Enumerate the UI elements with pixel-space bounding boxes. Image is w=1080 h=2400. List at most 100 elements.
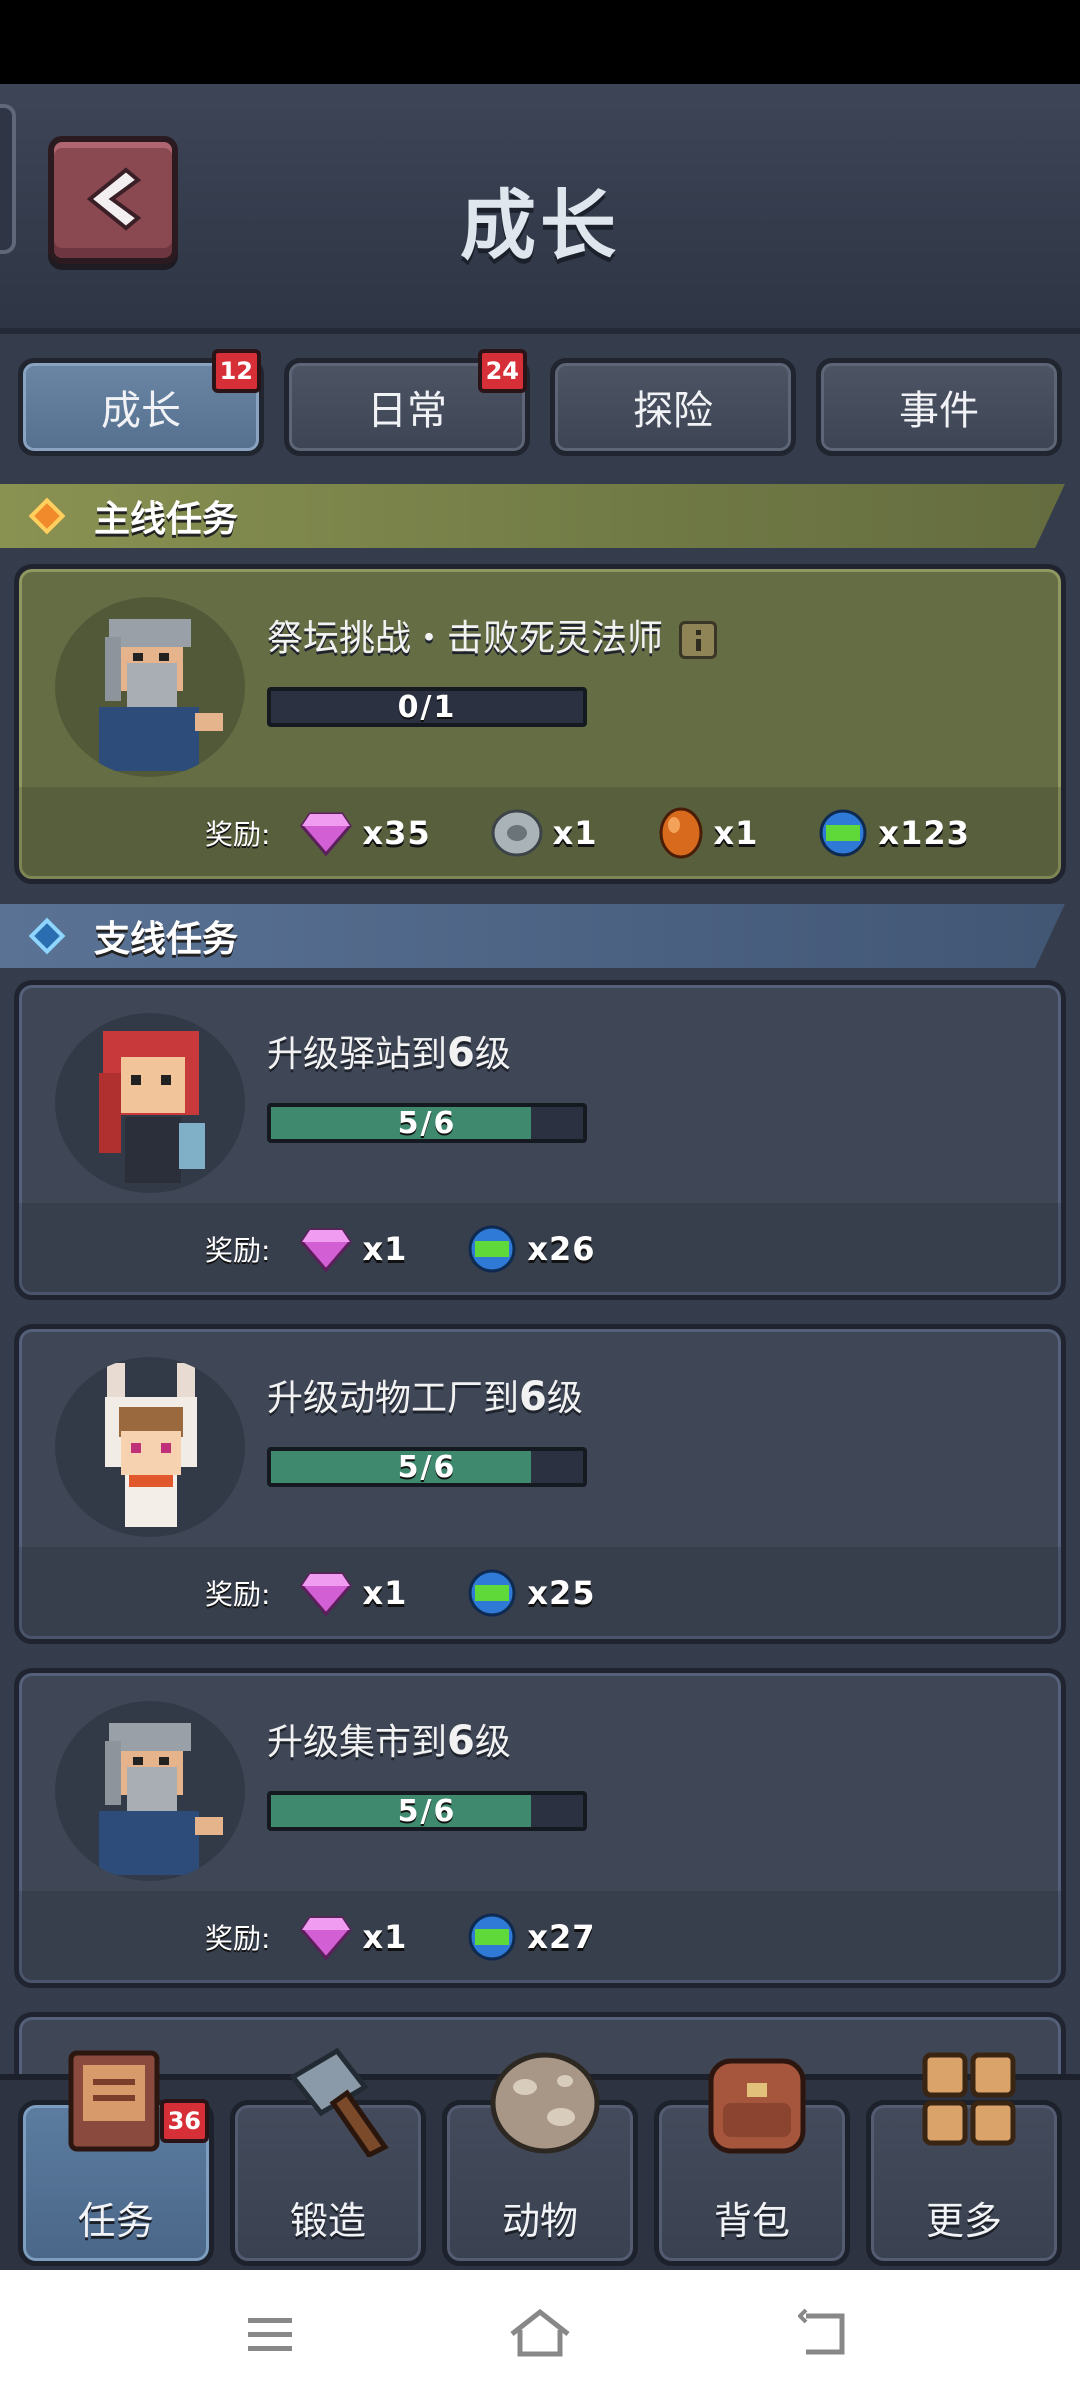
nav-badge: 36	[159, 2099, 209, 2143]
quest-progress-bar: 5/6	[267, 1103, 587, 1143]
title-suffix: 级	[474, 1722, 511, 1763]
quest-screen: 成长 成长 12 日常 24 探险 事件 主线任务 祭坛挑战・击败死灵法师 0/…	[0, 84, 1080, 2270]
reward-qty: x1	[713, 814, 759, 852]
reward-qty: x25	[527, 1574, 596, 1612]
title-text: 升级驿站到	[267, 1034, 448, 1075]
tab-growth[interactable]: 成长 12	[18, 349, 264, 456]
page-title: 成长	[460, 181, 620, 270]
main-quest-card[interactable]: 祭坛挑战・击败死灵法师 0/1 奖励: x35 x1 x1 x123	[14, 564, 1066, 884]
reward-item: x1	[300, 1226, 407, 1272]
title-text: 升级动物工厂到	[267, 1378, 520, 1419]
nav-label: 动物	[501, 2199, 578, 2243]
reward-qty: x1	[362, 1918, 408, 1956]
reward-item: x26	[467, 1224, 595, 1274]
section-label: 支线任务	[94, 919, 239, 960]
system-nav-bar	[0, 2270, 1080, 2400]
tab-explore[interactable]: 探险	[550, 358, 796, 456]
exp-orb-icon	[468, 1225, 516, 1273]
nav-label: 任务	[77, 2199, 154, 2243]
progress-text: 0/1	[397, 689, 457, 725]
progress-text: 5/6	[397, 1793, 457, 1829]
tab-bar: 成长 12 日常 24 探险 事件	[18, 349, 1064, 458]
quest-title: 祭坛挑战・击败死灵法师	[267, 609, 718, 661]
nav-forge[interactable]: 锻造	[230, 2047, 426, 2266]
section-label: 主线任务	[94, 499, 239, 540]
reward-qty: x123	[878, 814, 970, 852]
reward-item: x1	[300, 1570, 407, 1616]
reward-qty: x1	[552, 814, 598, 852]
reward-item: x25	[467, 1568, 595, 1618]
gem-icon	[300, 1228, 353, 1272]
level-number: 6	[519, 1374, 547, 1420]
menu-icon[interactable]	[244, 2308, 296, 2360]
reward-qty: x1	[362, 1574, 408, 1612]
side-quest-card[interactable]: 升级驿站到6级 5/6 奖励: x1 x26	[14, 980, 1066, 1300]
red-hair-girl-portrait	[55, 1013, 245, 1193]
exp-orb-icon	[819, 809, 867, 857]
egg-icon	[490, 2052, 600, 2154]
nav-backpack[interactable]: 背包	[654, 2058, 850, 2266]
quest-title-text: 祭坛挑战・击败死灵法师	[267, 618, 664, 659]
gem-icon	[300, 1916, 353, 1960]
reward-label: 奖励:	[205, 1922, 271, 1955]
nav-more[interactable]: 更多	[866, 2052, 1062, 2266]
nav-label: 更多	[925, 2199, 1002, 2243]
quest-progress-bar: 5/6	[267, 1447, 587, 1487]
reward-list: 奖励: x1 x27	[205, 1905, 656, 1969]
side-quest-header: 支线任务	[0, 904, 1080, 968]
level-number: 6	[447, 1718, 475, 1764]
bottom-nav: 36 任务 锻造 动物 背包 更多	[0, 2047, 1080, 2270]
tab-badge: 12	[211, 349, 261, 393]
reward-list: 奖励: x1 x25	[205, 1561, 656, 1625]
reward-item: x27	[467, 1912, 595, 1962]
nav-quests[interactable]: 36 任务	[18, 2050, 214, 2266]
info-icon[interactable]	[679, 621, 718, 659]
tab-badge: 24	[477, 349, 527, 393]
exp-orb-icon	[468, 1913, 516, 1961]
reward-qty: x27	[527, 1918, 596, 1956]
progress-text: 5/6	[397, 1105, 457, 1141]
quest-title: 升级集市到6级	[267, 1713, 511, 1765]
hammer-icon	[289, 2047, 389, 2157]
reward-item: x35	[300, 810, 430, 856]
reward-label: 奖励:	[205, 1234, 271, 1267]
reward-item: x1	[491, 808, 598, 858]
progress-text: 5/6	[397, 1449, 457, 1485]
amber-orb-icon	[659, 807, 703, 859]
level-number: 6	[447, 1030, 475, 1076]
tab-daily[interactable]: 日常 24	[284, 349, 530, 456]
reward-item: x123	[818, 808, 969, 858]
nav-label: 锻造	[289, 2199, 366, 2243]
tab-label: 事件	[899, 388, 979, 434]
tab-events[interactable]: 事件	[816, 358, 1062, 456]
status-bar	[0, 0, 1080, 84]
reward-list: 奖励: x35 x1 x1 x123	[205, 801, 1030, 865]
quest-title: 升级驿站到6级	[267, 1025, 511, 1077]
quest-progress-bar: 5/6	[267, 1791, 587, 1831]
exp-orb-icon	[468, 1569, 516, 1617]
title-suffix: 级	[474, 1034, 511, 1075]
diamond-icon	[28, 497, 66, 535]
reward-qty: x26	[527, 1230, 596, 1268]
main-quest-header: 主线任务	[0, 484, 1080, 548]
return-icon[interactable]	[798, 2308, 850, 2360]
home-icon[interactable]	[508, 2308, 572, 2360]
side-quest-card[interactable]: 升级集市到6级 5/6 奖励: x1 x27	[14, 1668, 1066, 1988]
title-suffix: 级	[546, 1378, 583, 1419]
reward-item: x1	[300, 1914, 407, 1960]
reward-list: 奖励: x1 x26	[205, 1217, 656, 1281]
header: 成长	[0, 84, 1080, 334]
reward-qty: x35	[362, 814, 431, 852]
gem-icon	[300, 1572, 353, 1616]
nav-label: 背包	[713, 2199, 790, 2243]
reward-item: x1	[658, 807, 759, 859]
diamond-icon	[28, 917, 66, 955]
grid-icon	[922, 2052, 1016, 2146]
title-text: 升级集市到	[267, 1722, 448, 1763]
side-quest-card[interactable]: 升级动物工厂到6级 5/6 奖励: x1 x25	[14, 1324, 1066, 1644]
nav-animals[interactable]: 动物	[442, 2052, 638, 2266]
quest-progress-bar: 0/1	[267, 687, 587, 727]
bunny-girl-portrait	[55, 1357, 245, 1537]
quest-title: 升级动物工厂到6级	[267, 1369, 583, 1421]
tab-label: 日常	[367, 388, 447, 434]
